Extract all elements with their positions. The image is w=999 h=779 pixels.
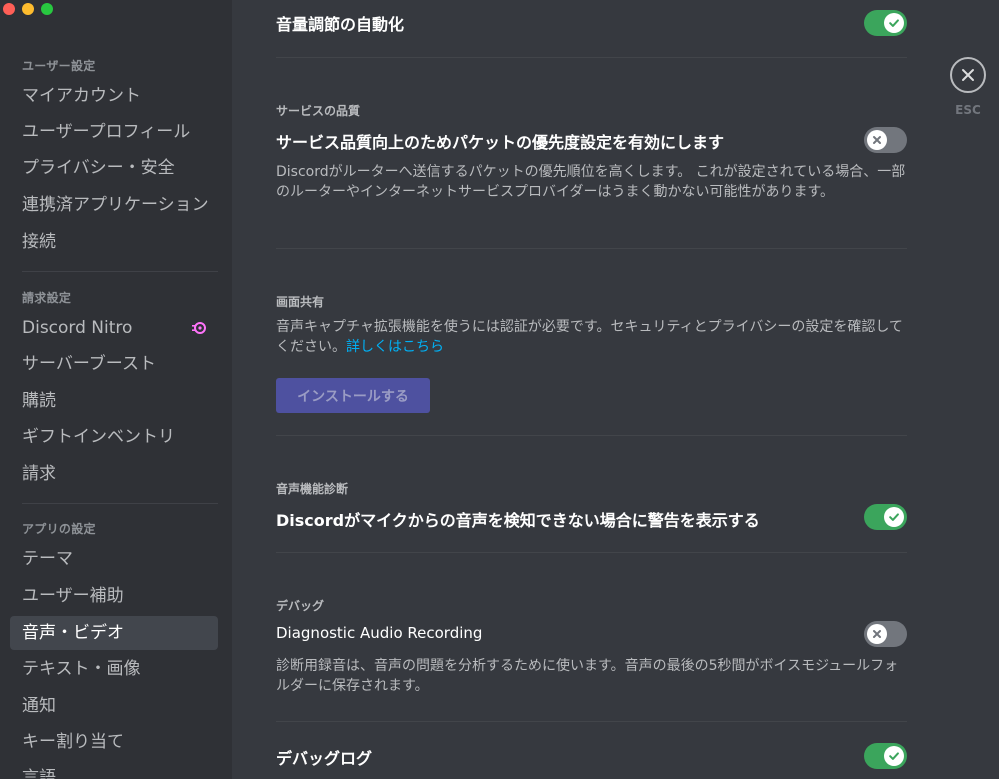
- diagnostic-recording-toggle[interactable]: [864, 621, 907, 647]
- zoom-window-button[interactable]: [41, 3, 53, 15]
- sidebar-item-my-account[interactable]: マイアカウント: [10, 79, 218, 113]
- nav-header-user-settings: ユーザー設定: [22, 59, 96, 73]
- qos-title: サービス品質向上のためパケットの優先度設定を有効にします: [276, 133, 725, 152]
- nav-header-app-settings: アプリの設定: [22, 522, 96, 536]
- nav-header-billing-settings: 請求設定: [22, 291, 72, 305]
- close-window-button[interactable]: [3, 3, 15, 15]
- install-button[interactable]: インストールする: [276, 378, 430, 413]
- minimize-window-button[interactable]: [22, 3, 34, 15]
- section-divider: [276, 57, 907, 58]
- sidebar-item-server-boost[interactable]: サーバーブースト: [10, 347, 218, 381]
- nitro-icon: [192, 322, 206, 334]
- sidebar-item-privacy-safety[interactable]: プライバシー・安全: [10, 151, 218, 185]
- sidebar-item-text-images[interactable]: テキスト・画像: [10, 652, 218, 686]
- sidebar-item-authorized-apps[interactable]: 連携済アプリケーション: [10, 188, 218, 222]
- debug-header: デバッグ: [276, 599, 325, 613]
- sidebar-item-subscriptions[interactable]: 購読: [10, 384, 218, 418]
- voice-diagnostics-header: 音声機能診断: [276, 482, 349, 496]
- x-icon: [873, 136, 881, 144]
- toggle-knob: [884, 746, 904, 766]
- esc-label: ESC: [955, 103, 981, 117]
- sidebar-item-keybinds[interactable]: キー割り当て: [10, 725, 218, 759]
- x-icon: [873, 630, 881, 638]
- check-icon: [889, 513, 899, 521]
- sidebar-item-gift-inventory[interactable]: ギフトインベントリ: [10, 420, 218, 454]
- voice-diagnostics-title: Discordがマイクからの音声を検知できない場合に警告を表示する: [276, 511, 760, 530]
- auto-volume-toggle[interactable]: [864, 10, 907, 36]
- sidebar-item-language[interactable]: 言語: [10, 761, 218, 779]
- toggle-knob: [884, 507, 904, 527]
- debug-log-title: デバッグログ: [276, 749, 373, 768]
- check-icon: [889, 752, 899, 760]
- section-divider: [276, 248, 907, 249]
- sidebar-item-notifications[interactable]: 通知: [10, 689, 218, 723]
- sidebar-item-theme[interactable]: テーマ: [10, 542, 218, 576]
- sidebar-item-connections[interactable]: 接続: [10, 225, 218, 259]
- section-divider: [276, 552, 907, 553]
- toggle-knob: [884, 13, 904, 33]
- settings-content: 音量調節の自動化 サービスの品質 サービス品質向上のためパケットの優先度設定を有…: [276, 0, 907, 779]
- close-icon: [962, 69, 974, 81]
- sidebar-item-discord-nitro[interactable]: Discord Nitro: [10, 311, 218, 345]
- qos-header: サービスの品質: [276, 104, 361, 118]
- sidebar-item-billing[interactable]: 請求: [10, 457, 218, 491]
- close-settings-button[interactable]: [950, 57, 986, 93]
- qos-description: Discordがルーターへ送信するパケットの優先順位を高くします。 これが設定さ…: [276, 164, 906, 200]
- learn-more-link[interactable]: 詳しくはこちら: [346, 339, 444, 355]
- check-icon: [889, 19, 899, 27]
- debug-log-toggle[interactable]: [864, 743, 907, 769]
- sidebar-item-voice-video[interactable]: 音声・ビデオ: [10, 616, 218, 650]
- voice-diagnostics-toggle[interactable]: [864, 504, 907, 530]
- diagnostic-recording-title: Diagnostic Audio Recording: [276, 624, 483, 642]
- qos-toggle[interactable]: [864, 127, 907, 153]
- screen-share-header: 画面共有: [276, 295, 325, 309]
- sidebar-item-label: Discord Nitro: [22, 318, 133, 338]
- section-divider: [276, 435, 907, 436]
- nav-divider: [22, 271, 218, 272]
- toggle-knob: [867, 130, 887, 150]
- section-divider: [276, 721, 907, 722]
- sidebar-item-accessibility[interactable]: ユーザー補助: [10, 579, 218, 613]
- settings-sidebar: ユーザー設定 マイアカウント ユーザープロフィール プライバシー・安全 連携済ア…: [0, 0, 232, 779]
- sidebar-item-user-profile[interactable]: ユーザープロフィール: [10, 115, 218, 149]
- window-controls: [3, 3, 53, 15]
- auto-volume-title: 音量調節の自動化: [276, 15, 405, 34]
- diagnostic-recording-description: 診断用録音は、音声の問題を分析するために使います。音声の最後の5秒間がボイスモジ…: [276, 658, 899, 694]
- nav-divider: [22, 503, 218, 504]
- screen-share-description: 音声キャプチャ拡張機能を使うには認証が必要です。セキュリティとプライバシーの設定…: [276, 317, 907, 357]
- toggle-knob: [867, 624, 887, 644]
